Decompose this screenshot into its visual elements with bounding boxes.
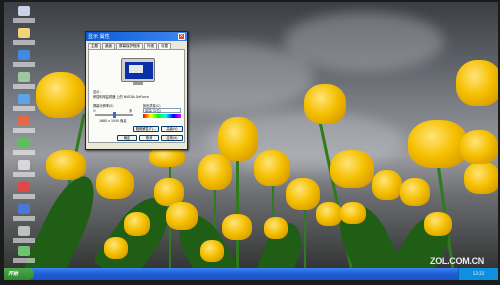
tulip-flower xyxy=(460,130,498,164)
tulip-flower xyxy=(166,202,198,230)
desktop-icon-column xyxy=(4,2,44,263)
settings-panel: 显示： 即插即用监视器 上的 NVIDIA GeForce 屏幕分辨率(S) 少… xyxy=(88,49,185,143)
troubleshoot-button[interactable]: 疑难解答(T)... xyxy=(133,126,159,132)
tulip-flower xyxy=(304,84,346,124)
cancel-button[interactable]: 取消 xyxy=(139,135,159,141)
documents-icon[interactable] xyxy=(10,28,38,50)
my-computer-icon[interactable] xyxy=(10,6,38,28)
cloud xyxy=(284,12,444,72)
tulip-flower xyxy=(46,150,86,180)
tulip-flower xyxy=(149,147,185,167)
monitor-preview xyxy=(121,58,155,82)
recycle-bin-icon[interactable] xyxy=(10,72,38,94)
tulip-stem xyxy=(304,202,306,272)
tulip-flower xyxy=(340,202,366,224)
advanced-button[interactable]: 高级(V) xyxy=(161,126,183,132)
system-tray: 13:22 xyxy=(458,268,498,280)
tulip-flower xyxy=(286,178,320,210)
app-icon[interactable] xyxy=(10,226,38,248)
taskbar: 开始 13:22 xyxy=(4,268,498,280)
tulip-flower xyxy=(222,214,252,240)
tulip-flower xyxy=(104,237,128,259)
tulip-flower xyxy=(200,240,224,262)
ok-button[interactable]: 确定 xyxy=(117,135,137,141)
network-icon[interactable] xyxy=(10,94,38,116)
tulip-flower xyxy=(316,202,342,226)
resolution-less: 少 xyxy=(93,109,97,113)
dialog-title: 显示 属性 xyxy=(88,33,110,40)
dialog-tabs: 主题 桌面 屏幕保护程序 外观 设置 xyxy=(86,41,187,49)
app-icon[interactable] xyxy=(10,246,38,268)
app-icon[interactable] xyxy=(10,204,38,226)
tulip-flower xyxy=(330,150,374,188)
app-icon[interactable] xyxy=(10,160,38,182)
tulip-flower xyxy=(400,178,430,206)
app-icon[interactable] xyxy=(10,116,38,138)
resolution-more: 多 xyxy=(129,109,133,113)
dialog-titlebar[interactable]: 显示 属性 × xyxy=(86,32,187,41)
tulip-flower xyxy=(218,117,258,161)
color-preview-bar xyxy=(143,114,181,118)
resolution-value: 1680 x 1050 像素 xyxy=(99,119,127,123)
tulip-flower xyxy=(124,212,150,236)
zol-watermark: ZOL.COM.CN xyxy=(430,256,484,266)
app-icon[interactable] xyxy=(10,138,38,160)
display-properties-dialog: 显示 属性 × 主题 桌面 屏幕保护程序 外观 设置 显示： 即插即用监视器 上… xyxy=(85,31,188,150)
tulip-flower xyxy=(198,154,232,190)
ie-icon[interactable] xyxy=(10,50,38,72)
close-button[interactable]: × xyxy=(178,33,185,40)
resolution-slider[interactable] xyxy=(95,112,133,118)
display-value: 即插即用监视器 上的 NVIDIA GeForce xyxy=(93,95,149,99)
monitor-stand xyxy=(133,82,143,85)
start-button[interactable]: 开始 xyxy=(4,268,34,280)
desktop xyxy=(4,2,498,280)
color-quality-value: 最高(32位) xyxy=(145,109,162,113)
display-label: 显示： xyxy=(93,90,103,94)
slider-thumb[interactable] xyxy=(113,112,116,118)
tulip-flower xyxy=(96,167,134,199)
tulip-flower xyxy=(254,150,290,186)
apply-button[interactable]: 应用(A) xyxy=(161,135,183,141)
tulip-flower xyxy=(456,60,498,106)
tulip-flower xyxy=(424,212,452,236)
tulip-flower xyxy=(264,217,288,239)
tulip-flower xyxy=(464,162,498,194)
app-icon[interactable] xyxy=(10,182,38,204)
color-quality-select[interactable]: 最高(32位) xyxy=(143,108,181,113)
resolution-label: 屏幕分辨率(S) xyxy=(93,104,114,108)
tulip-flower xyxy=(408,120,468,168)
tulip-flower xyxy=(372,170,402,200)
clock[interactable]: 13:22 xyxy=(473,271,485,276)
